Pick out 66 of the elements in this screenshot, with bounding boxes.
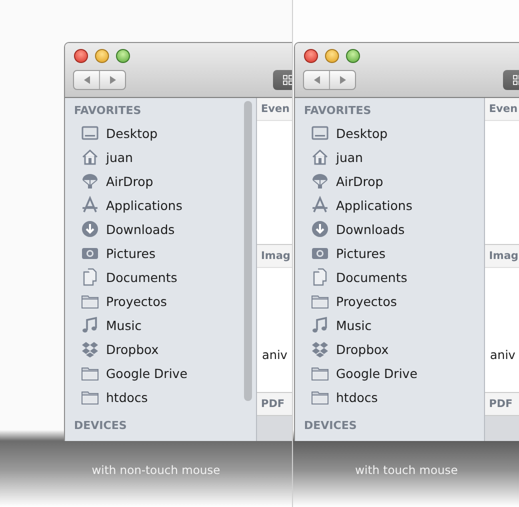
section-heading: FAVORITES: [303, 104, 372, 118]
caption: with non-touch mouse: [90, 463, 222, 477]
sidebar-item[interactable]: Downloads: [295, 217, 484, 241]
sidebar-item[interactable]: Proyectos: [65, 289, 244, 313]
sidebar-item[interactable]: Proyectos: [295, 289, 484, 313]
grid-icon: [283, 75, 292, 85]
minimize-button[interactable]: [325, 49, 339, 63]
sidebar-item[interactable]: Desktop: [65, 121, 244, 145]
right-triangle-icon: [338, 75, 348, 85]
sidebar-item[interactable]: AirDrop: [65, 169, 244, 193]
file-name: aniv: [262, 348, 288, 362]
sidebar-item[interactable]: Documents: [65, 265, 244, 289]
group-heading: PDF: [485, 393, 519, 415]
desktop-icon: [311, 124, 329, 142]
sidebar-item[interactable]: juan: [295, 145, 484, 169]
music-note-icon: [311, 316, 329, 334]
sidebar-item[interactable]: Music: [295, 313, 484, 337]
sidebar-item[interactable]: Google Drive: [65, 361, 244, 385]
sidebar-item[interactable]: Dropbox: [295, 337, 484, 361]
sidebar-item[interactable]: Documents: [295, 265, 484, 289]
parachute-icon: [81, 172, 99, 190]
desktop-icon: [81, 124, 99, 142]
zoom-button[interactable]: [116, 49, 130, 63]
house-icon: [81, 148, 99, 166]
sidebar-item[interactable]: AirDrop: [295, 169, 484, 193]
sidebar-item[interactable]: Dropbox: [65, 337, 244, 361]
sidebar-item[interactable]: Applications: [65, 193, 244, 217]
file-name: aniv: [490, 348, 516, 362]
download-icon: [81, 220, 99, 238]
sidebar-item[interactable]: htdocs: [295, 385, 484, 409]
open-box-icon: [81, 340, 99, 358]
sidebar-item[interactable]: Pictures: [295, 241, 484, 265]
right-triangle-icon: [108, 75, 118, 85]
app-letter-icon: [81, 196, 99, 214]
group-heading: Even: [485, 98, 519, 121]
sidebar-item[interactable]: htdocs: [65, 385, 244, 409]
group-heading: Imag: [485, 245, 519, 268]
zoom-button[interactable]: [346, 49, 360, 63]
sidebar-item[interactable]: Google Drive: [295, 361, 484, 385]
section-heading: DEVICES: [73, 419, 128, 433]
sidebar-item[interactable]: Pictures: [65, 241, 244, 265]
open-box-icon: [311, 340, 329, 358]
sidebar-item[interactable]: Applications: [295, 193, 484, 217]
left-triangle-icon: [312, 75, 322, 85]
house-icon: [311, 148, 329, 166]
group-heading: Even: [257, 98, 292, 121]
document-icon: [81, 268, 99, 286]
close-button[interactable]: [304, 49, 318, 63]
sidebar-item[interactable]: Downloads: [65, 217, 244, 241]
close-button[interactable]: [74, 49, 88, 63]
section-heading: DEVICES: [303, 419, 358, 433]
group-heading: PDF: [257, 393, 292, 415]
minimize-button[interactable]: [95, 49, 109, 63]
caption: with touch mouse: [354, 463, 459, 477]
parachute-icon: [311, 172, 329, 190]
section-heading: FAVORITES: [73, 104, 142, 118]
sidebar-item[interactable]: Music: [65, 313, 244, 337]
document-icon: [311, 268, 329, 286]
music-note-icon: [81, 316, 99, 334]
sidebar-item[interactable]: juan: [65, 145, 244, 169]
group-heading: Imag: [257, 245, 292, 268]
left-triangle-icon: [82, 75, 92, 85]
sidebar-item[interactable]: Desktop: [295, 121, 484, 145]
app-letter-icon: [311, 196, 329, 214]
scrollbar-thumb[interactable]: [244, 101, 252, 401]
download-icon: [311, 220, 329, 238]
